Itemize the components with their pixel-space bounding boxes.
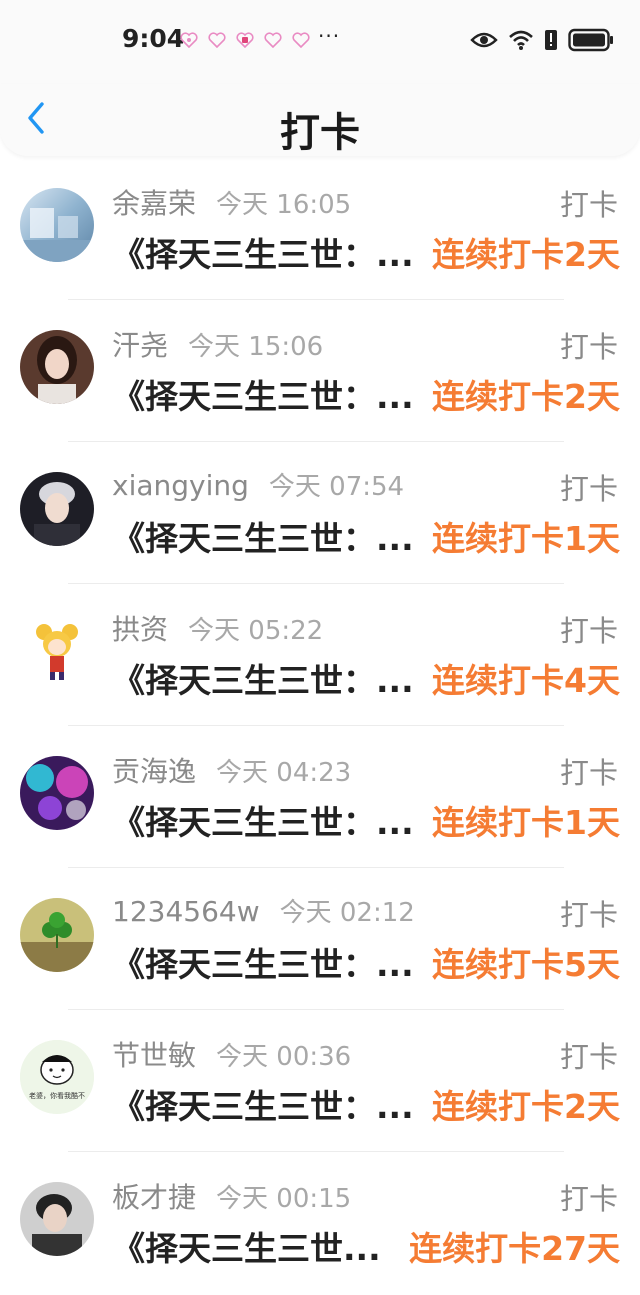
streak-text: 连续打卡1天 xyxy=(432,519,620,558)
status-bar: 9:04 ··· xyxy=(0,0,640,84)
streak-text: 连续打卡2天 xyxy=(432,1087,620,1126)
book-title[interactable]: 《择天三生三世：... xyxy=(112,228,428,276)
streak-text: 连续打卡27天 xyxy=(409,1229,620,1268)
avatar[interactable]: 老婆，你看我酷不 xyxy=(20,1040,94,1114)
system-icons xyxy=(470,28,614,56)
book-title[interactable]: 《择天三生三世：... xyxy=(112,1080,428,1128)
user-name[interactable]: 余嘉荣 xyxy=(112,182,196,222)
streak-text: 连续打卡2天 xyxy=(432,377,620,416)
post-time: 今天 04:23 xyxy=(216,758,352,788)
post-time: 今天 16:05 xyxy=(216,190,352,220)
content-line: 《择天三生三世：... 连续打卡2天 xyxy=(112,1080,620,1128)
name-line: 余嘉荣 今天 16:05 xyxy=(112,182,351,222)
action-label: 打卡 xyxy=(559,1040,618,1074)
streak-text: 连续打卡2天 xyxy=(432,235,620,274)
book-title[interactable]: 《择天三生三世... xyxy=(112,1222,405,1270)
avatar-caption: 老婆，你看我酷不 xyxy=(29,1091,85,1100)
content-line: 《择天三生三世... 连续打卡27天 xyxy=(112,1222,620,1270)
badge-icon xyxy=(234,30,256,50)
avatar[interactable] xyxy=(20,1182,94,1256)
name-line: 板才捷 今天 00:15 xyxy=(112,1176,351,1216)
avatar[interactable] xyxy=(20,472,94,546)
post-time: 今天 02:12 xyxy=(279,898,415,928)
action-label: 打卡 xyxy=(559,756,618,790)
book-title[interactable]: 《择天三生三世：... xyxy=(112,796,428,844)
book-title[interactable]: 《择天三生三世：... xyxy=(112,512,428,560)
streak-text: 连续打卡4天 xyxy=(432,661,620,700)
action-label: 打卡 xyxy=(559,188,618,222)
user-name[interactable]: 汗尧 xyxy=(112,324,168,364)
book-title[interactable]: 《择天三生三世：... xyxy=(112,938,428,986)
action-label: 打卡 xyxy=(559,1182,618,1216)
action-label: 打卡 xyxy=(559,330,618,364)
list-item[interactable]: 余嘉荣 今天 16:05 打卡 《择天三生三世：... 连续打卡2天 xyxy=(0,158,640,300)
list-item[interactable]: 拱资 今天 05:22 打卡 《择天三生三世：... 连续打卡4天 xyxy=(0,584,640,726)
battery-icon xyxy=(568,28,614,56)
list-item[interactable]: xiangying 今天 07:54 打卡 《择天三生三世：... 连续打卡1天 xyxy=(0,442,640,584)
list-item[interactable]: 板才捷 今天 00:15 打卡 《择天三生三世... 连续打卡27天 xyxy=(0,1152,640,1294)
user-name[interactable]: 节世敏 xyxy=(112,1034,196,1074)
list-item[interactable]: 1234564w 今天 02:12 打卡 《择天三生三世：... 连续打卡5天 xyxy=(0,868,640,1010)
heart-icon xyxy=(290,30,312,50)
heart-icon xyxy=(262,30,284,50)
avatar[interactable] xyxy=(20,756,94,830)
name-line: 贡海逸 今天 04:23 xyxy=(112,750,351,790)
name-line: 节世敏 今天 00:36 xyxy=(112,1034,351,1074)
book-title[interactable]: 《择天三生三世：... xyxy=(112,370,428,418)
streak-text: 连续打卡1天 xyxy=(432,803,620,842)
content-line: 《择天三生三世：... 连续打卡2天 xyxy=(112,370,620,418)
more-notifications-icon: ··· xyxy=(318,24,341,48)
eye-icon xyxy=(470,30,498,54)
wifi-icon xyxy=(508,29,534,55)
post-time: 今天 15:06 xyxy=(188,332,324,362)
user-name[interactable]: 板才捷 xyxy=(112,1176,196,1216)
user-name[interactable]: 1234564w xyxy=(112,895,260,928)
avatar[interactable] xyxy=(20,614,94,688)
action-label: 打卡 xyxy=(559,472,618,506)
avatar[interactable] xyxy=(20,898,94,972)
content-line: 《择天三生三世：... 连续打卡1天 xyxy=(112,796,620,844)
content-line: 《择天三生三世：... 连续打卡4天 xyxy=(112,654,620,702)
status-time: 9:04 xyxy=(122,24,185,53)
book-title[interactable]: 《择天三生三世：... xyxy=(112,654,428,702)
streak-text: 连续打卡5天 xyxy=(432,945,620,984)
list-item[interactable]: 贡海逸 今天 04:23 打卡 《择天三生三世：... 连续打卡1天 xyxy=(0,726,640,868)
content-line: 《择天三生三世：... 连续打卡1天 xyxy=(112,512,620,560)
post-time: 今天 00:15 xyxy=(216,1184,352,1214)
header: 打卡 xyxy=(0,84,640,156)
checkin-list: 余嘉荣 今天 16:05 打卡 《择天三生三世：... 连续打卡2天 汗尧 今天… xyxy=(0,158,640,1294)
name-line: xiangying 今天 07:54 xyxy=(112,466,404,503)
avatar[interactable] xyxy=(20,188,94,262)
post-time: 今天 05:22 xyxy=(188,616,324,646)
avatar[interactable] xyxy=(20,330,94,404)
notification-icons xyxy=(178,30,312,50)
name-line: 1234564w 今天 02:12 xyxy=(112,892,415,929)
action-label: 打卡 xyxy=(559,614,618,648)
heart-icon xyxy=(178,30,200,50)
post-time: 今天 00:36 xyxy=(216,1042,352,1072)
list-item[interactable]: 老婆，你看我酷不 节世敏 今天 00:36 打卡 《择天三生三世：... 连续打… xyxy=(0,1010,640,1152)
page-title: 打卡 xyxy=(280,110,360,156)
user-name[interactable]: 拱资 xyxy=(112,608,168,648)
name-line: 汗尧 今天 15:06 xyxy=(112,324,323,364)
content-line: 《择天三生三世：... 连续打卡2天 xyxy=(112,228,620,276)
content-line: 《择天三生三世：... 连续打卡5天 xyxy=(112,938,620,986)
name-line: 拱资 今天 05:22 xyxy=(112,608,323,648)
list-item[interactable]: 汗尧 今天 15:06 打卡 《择天三生三世：... 连续打卡2天 xyxy=(0,300,640,442)
user-name[interactable]: 贡海逸 xyxy=(112,750,196,790)
user-name[interactable]: xiangying xyxy=(112,469,249,502)
battery-alert-icon xyxy=(544,29,558,55)
heart-icon xyxy=(206,30,228,50)
post-time: 今天 07:54 xyxy=(268,472,405,502)
action-label: 打卡 xyxy=(559,898,618,932)
